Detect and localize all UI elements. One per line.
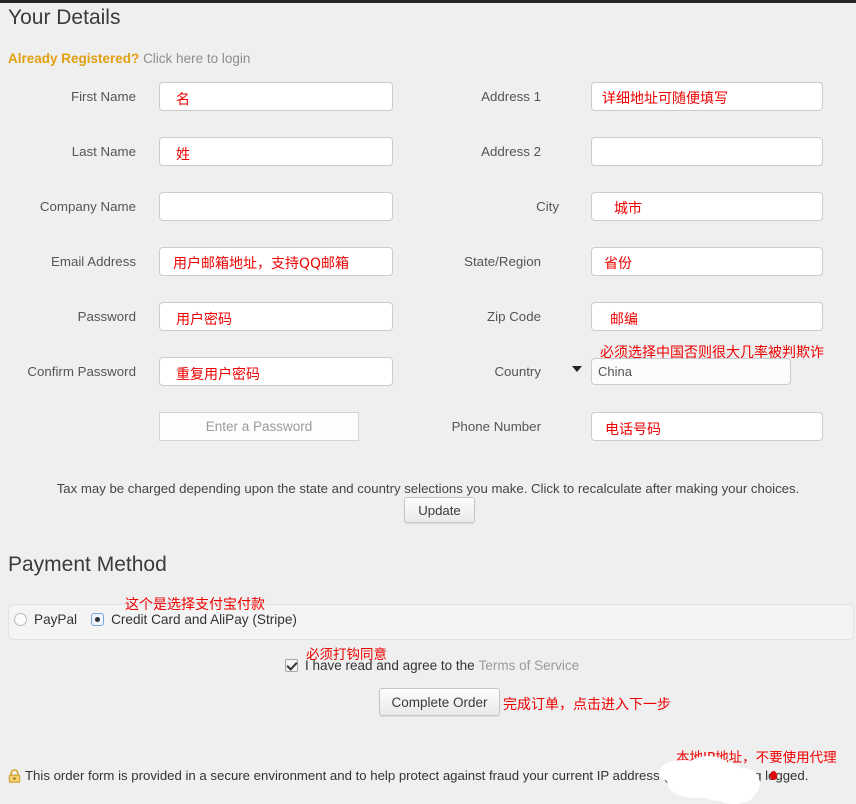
- secure-note-text-before-ip: This order form is provided in a secure …: [25, 768, 668, 783]
- already-registered-label: Already Registered?: [8, 51, 140, 66]
- payment-option-label-paypal[interactable]: PayPal: [34, 612, 77, 627]
- top-bar: [0, 0, 856, 3]
- chevron-down-icon: [572, 366, 582, 372]
- already-registered-line: Already Registered? Click here to login: [8, 51, 250, 66]
- payment-method-title: Payment Method: [8, 553, 167, 576]
- terms-checkbox[interactable]: [285, 659, 298, 672]
- label-address-1: Address 1: [481, 89, 541, 104]
- city-input[interactable]: [591, 192, 823, 221]
- label-city: City: [536, 199, 559, 214]
- password-strength-indicator: Enter a Password: [159, 412, 359, 441]
- label-confirm-password: Confirm Password: [27, 364, 136, 379]
- email-address-input[interactable]: [159, 247, 393, 276]
- update-button[interactable]: Update: [404, 497, 475, 523]
- radio-paypal[interactable]: [14, 613, 27, 626]
- password-input[interactable]: [159, 302, 393, 331]
- tax-note: Tax may be charged depending upon the st…: [56, 481, 800, 496]
- payment-options-row: PayPal Credit Card and AliPay (Stripe): [14, 612, 311, 627]
- login-link[interactable]: Click here to login: [143, 51, 250, 66]
- terms-text: I have read and agree to the: [305, 658, 475, 673]
- label-phone-number: Phone Number: [451, 419, 541, 434]
- address-2-input[interactable]: [591, 137, 823, 166]
- last-name-input[interactable]: [159, 137, 393, 166]
- confirm-password-input[interactable]: [159, 357, 393, 386]
- label-email-address: Email Address: [51, 254, 136, 269]
- terms-row: I have read and agree to the Terms of Se…: [285, 658, 579, 673]
- label-company-name: Company Name: [39, 199, 136, 214]
- label-password: Password: [77, 309, 136, 324]
- country-select[interactable]: China: [591, 358, 791, 385]
- label-last-name: Last Name: [71, 144, 136, 159]
- payment-option-label-credit-card-alipay[interactable]: Credit Card and AliPay (Stripe): [111, 612, 297, 627]
- first-name-input[interactable]: [159, 82, 393, 111]
- lock-icon: [8, 769, 21, 788]
- state-region-input[interactable]: [591, 247, 823, 276]
- label-zip-code: Zip Code: [487, 309, 541, 324]
- zip-code-input[interactable]: [591, 302, 823, 331]
- page-title: Your Details: [8, 6, 121, 29]
- annotation-complete-order: 完成订单，点击进入下一步: [503, 697, 671, 713]
- checkout-page: Your Details Already Registered? Click h…: [0, 0, 856, 804]
- radio-credit-card-alipay[interactable]: [91, 613, 105, 626]
- address-1-input[interactable]: [591, 82, 823, 111]
- phone-number-input[interactable]: [591, 412, 823, 441]
- label-country: Country: [494, 364, 541, 379]
- company-name-input[interactable]: [159, 192, 393, 221]
- label-first-name: First Name: [70, 89, 136, 104]
- complete-order-button[interactable]: Complete Order: [379, 688, 500, 716]
- label-state-region: State/Region: [464, 254, 541, 269]
- terms-of-service-link[interactable]: Terms of Service: [479, 658, 580, 673]
- label-address-2: Address 2: [481, 144, 541, 159]
